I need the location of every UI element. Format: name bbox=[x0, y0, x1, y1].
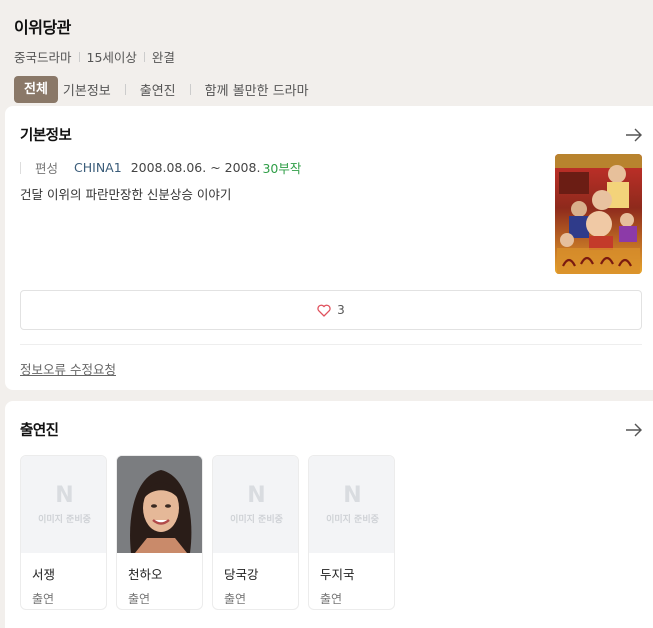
cast-name: 두지국 bbox=[320, 567, 355, 582]
image-placeholder: N 이미지 준비중 bbox=[309, 456, 394, 553]
placeholder-text: 이미지 준비중 bbox=[38, 514, 91, 525]
drama-poster[interactable] bbox=[555, 154, 642, 274]
broadcast-label: 편성 bbox=[35, 161, 59, 176]
like-button[interactable]: 3 bbox=[20, 290, 642, 330]
cast-name: 천하오 bbox=[128, 567, 163, 582]
report-error-link[interactable]: 정보오류 수정요청 bbox=[20, 359, 116, 378]
cast-list: N 이미지 준비중 서쟁 출연 천하오 출연 N 이미지 준비중 당국강 출연 … bbox=[20, 455, 395, 610]
divider bbox=[20, 344, 642, 345]
meta-divider bbox=[78, 51, 80, 62]
cast-header: 출연진 bbox=[20, 419, 643, 440]
cast-name: 서쟁 bbox=[32, 567, 56, 582]
cast-role: 출연 bbox=[32, 592, 55, 606]
cast-name: 당국강 bbox=[224, 567, 259, 582]
drama-header: 이위당관 중국드라마 15세이상 완결 전체 기본정보 출연진 함께 볼만한 드… bbox=[0, 0, 653, 106]
placeholder-text: 이미지 준비중 bbox=[326, 514, 379, 525]
cast-title: 출연진 bbox=[20, 423, 59, 439]
cast-member-card[interactable]: N 이미지 준비중 두지국 출연 bbox=[308, 455, 395, 610]
placeholder-logo: N bbox=[247, 482, 266, 508]
placeholder-logo: N bbox=[55, 482, 74, 508]
channel-link[interactable]: CHINA1 bbox=[74, 160, 122, 175]
basic-info-card: 기본정보 편성 CHINA1 2008.08.06. ~ 2008. 30부작 … bbox=[5, 106, 653, 390]
genre-text: 중국드라마 bbox=[14, 50, 72, 65]
cast-role: 출연 bbox=[320, 592, 343, 606]
basic-info-title: 기본정보 bbox=[20, 128, 72, 144]
meta-divider bbox=[143, 51, 145, 62]
tab-divider bbox=[124, 84, 126, 95]
tab-basic-info[interactable]: 기본정보 bbox=[58, 80, 116, 99]
page-title: 이위당관 bbox=[14, 18, 71, 37]
cast-member-card[interactable]: N 이미지 준비중 서쟁 출연 bbox=[20, 455, 107, 610]
label-bar bbox=[20, 161, 21, 174]
arrow-right-icon[interactable] bbox=[625, 423, 643, 437]
image-placeholder: N 이미지 준비중 bbox=[213, 456, 298, 553]
cast-role: 출연 bbox=[224, 592, 247, 606]
basic-info-header: 기본정보 bbox=[20, 124, 643, 145]
air-dates: 2008.08.06. ~ 2008. bbox=[130, 160, 261, 175]
like-count: 3 bbox=[337, 303, 345, 317]
placeholder-logo: N bbox=[343, 482, 362, 508]
heart-icon bbox=[317, 304, 331, 317]
placeholder-text: 이미지 준비중 bbox=[230, 514, 283, 525]
synopsis: 건달 이위의 파란만장한 신분상승 이야기 bbox=[20, 187, 232, 202]
arrow-right-icon[interactable] bbox=[625, 128, 643, 142]
tab-divider bbox=[189, 84, 191, 95]
tab-all[interactable]: 전체 bbox=[14, 76, 58, 103]
cast-card: 출연진 N 이미지 준비중 서쟁 출연 천하오 출연 N 이미지 준비중 당국강… bbox=[5, 401, 653, 628]
cast-photo bbox=[117, 456, 202, 553]
broadcast-info: 편성 CHINA1 2008.08.06. ~ 2008. 30부작 bbox=[20, 158, 301, 177]
tab-cast[interactable]: 출연진 bbox=[135, 80, 181, 99]
tab-related-dramas[interactable]: 함께 볼만한 드라마 bbox=[200, 80, 314, 99]
image-placeholder: N 이미지 준비중 bbox=[21, 456, 106, 553]
tab-bar: 전체 기본정보 출연진 함께 볼만한 드라마 bbox=[14, 76, 639, 103]
cast-member-card[interactable]: N 이미지 준비중 당국강 출연 bbox=[212, 455, 299, 610]
cast-member-card[interactable]: 천하오 출연 bbox=[116, 455, 203, 610]
status-text: 완결 bbox=[151, 50, 175, 65]
episode-count: 30부작 bbox=[262, 161, 302, 176]
rating-text: 15세이상 bbox=[86, 50, 137, 65]
cast-role: 출연 bbox=[128, 592, 151, 606]
drama-meta: 중국드라마 15세이상 완결 bbox=[14, 47, 639, 66]
